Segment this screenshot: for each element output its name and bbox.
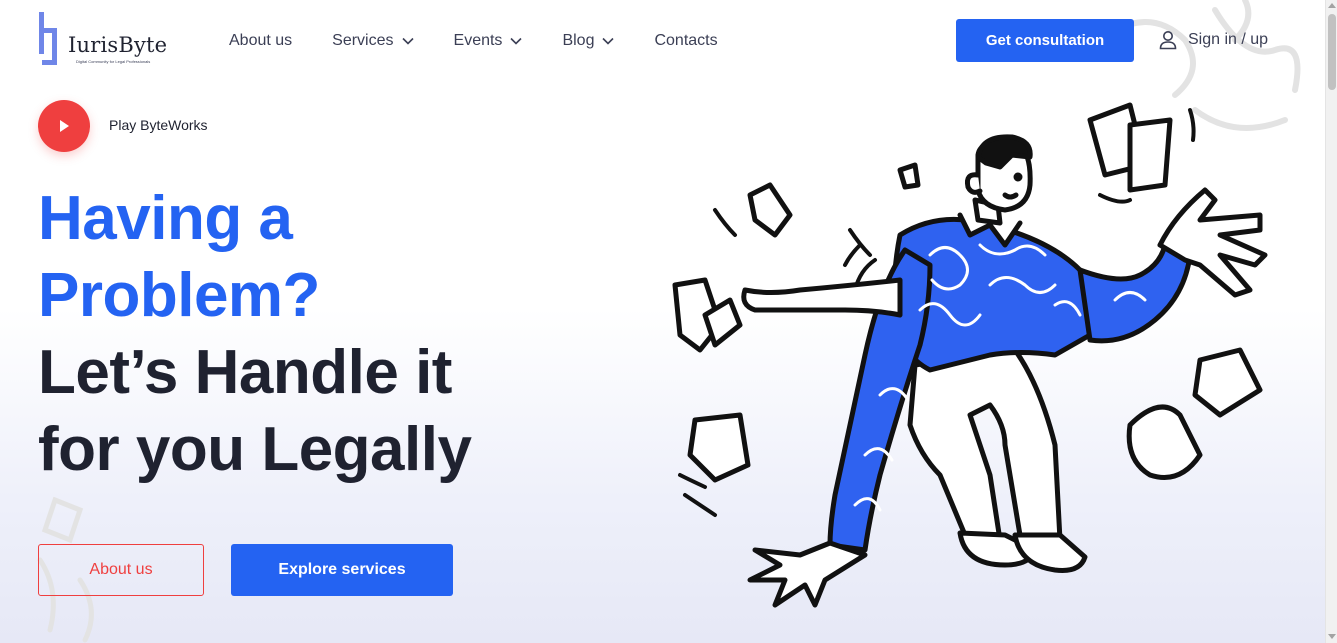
sign-in-link[interactable]: Sign in / up [1159,30,1268,50]
main-nav: About us Services Events Blog Contacts [229,31,758,51]
chevron-down-icon [510,37,523,45]
explore-services-button[interactable]: Explore services [231,544,453,596]
headline-line: Problem? [38,261,320,330]
nav-item-label: Blog [562,32,595,49]
headline-line: Having a [38,184,293,253]
headline-line: Let’s Handle it [38,338,452,407]
nav-item-services[interactable]: Services [332,31,414,51]
nav-item-label: Events [453,32,503,49]
user-icon [1159,30,1177,50]
play-video-button[interactable] [38,100,90,152]
nav-item-blog[interactable]: Blog [562,31,615,51]
scroll-down-arrow-icon[interactable] [1328,634,1336,639]
nav-item-events[interactable]: Events [454,31,523,51]
logo-mark-icon [39,12,57,65]
brand-tagline: Digital Community for Legal Professional… [76,59,151,64]
sign-in-label: Sign in / up [1188,31,1269,48]
page-scrollbar[interactable] [1325,0,1337,643]
scrollbar-thumb[interactable] [1328,14,1336,90]
brand-logo[interactable]: IurisByte Digital Community for Legal Pr… [36,12,186,72]
brand-name: IurisByte [68,33,168,57]
chevron-down-icon [401,37,414,45]
nav-item-contacts[interactable]: Contacts [654,31,717,51]
juggling-papers-man-illustration [672,102,1268,608]
about-us-button[interactable]: About us [38,544,204,596]
nav-item-label: About us [229,32,293,49]
nav-item-label: Contacts [654,32,718,49]
hero-headline: Having a Problem? Let’s Handle it for yo… [38,180,472,488]
play-icon [60,120,69,132]
get-consultation-button[interactable]: Get consultation [956,19,1134,62]
chevron-down-icon [602,37,615,45]
scroll-up-arrow-icon[interactable] [1328,3,1336,8]
nav-item-label: Services [332,32,394,49]
nav-item-about-us[interactable]: About us [229,31,292,51]
headline-line: for you Legally [38,415,472,484]
play-video-label: Play ByteWorks [109,117,208,133]
site-header: IurisByte Digital Community for Legal Pr… [0,0,1325,82]
